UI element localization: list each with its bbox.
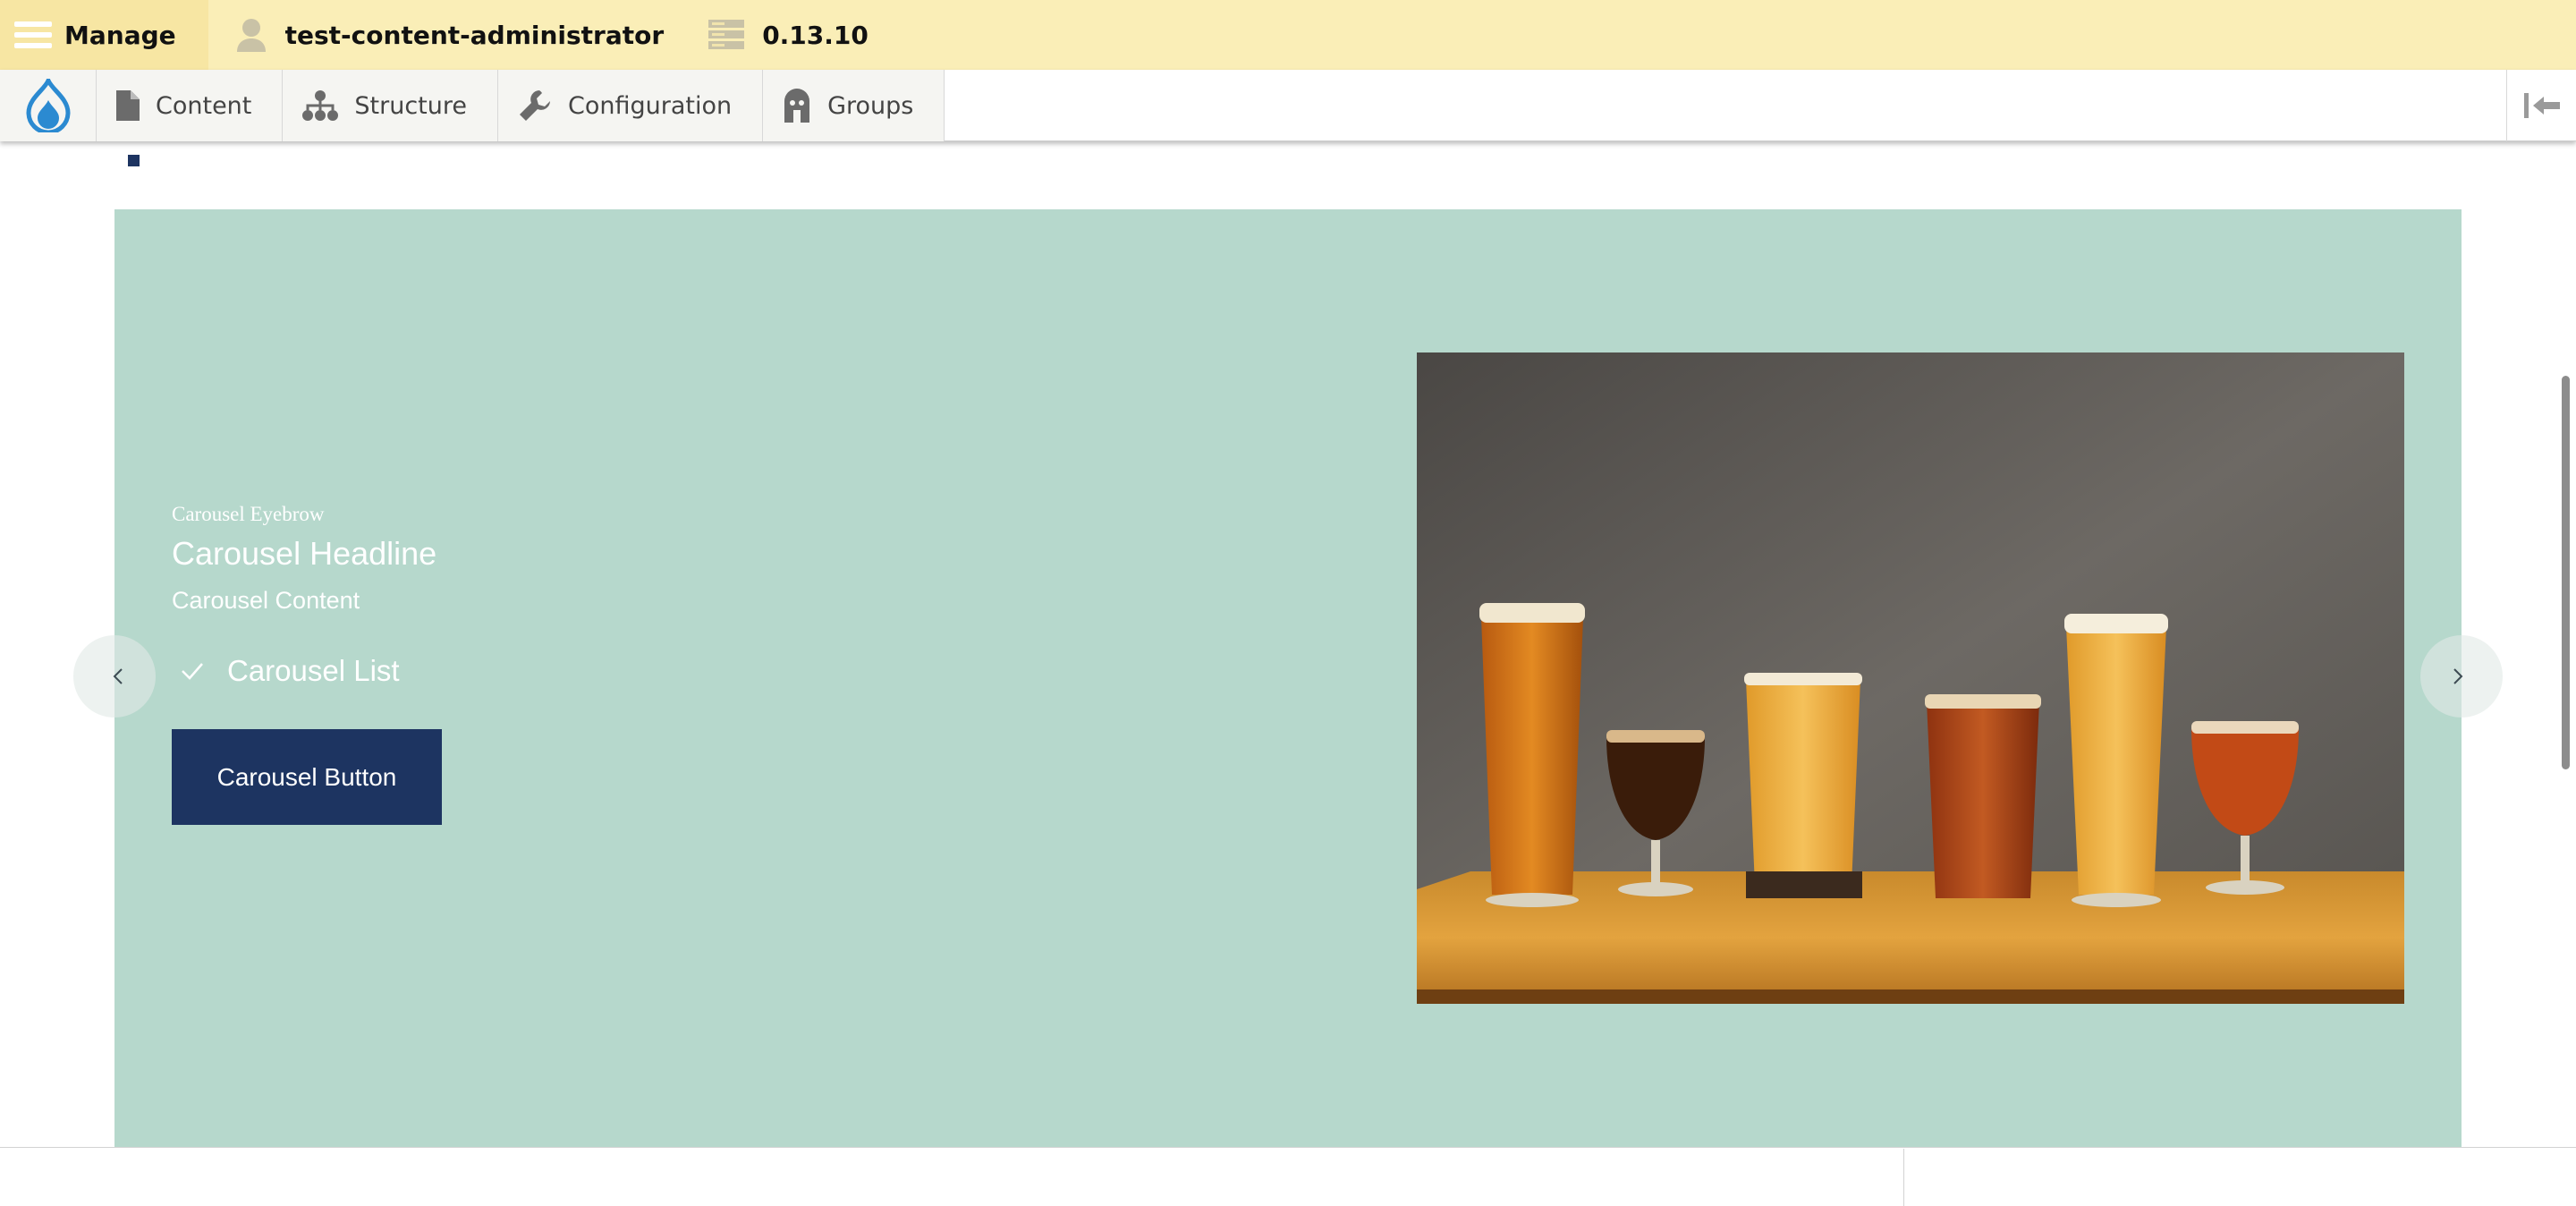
environment-indicator[interactable]: 0.13.10 — [708, 0, 869, 70]
version-label: 0.13.10 — [762, 20, 869, 50]
manage-button[interactable]: Manage — [0, 0, 208, 70]
carousel-prev-button[interactable] — [73, 635, 156, 718]
wrench-icon — [520, 90, 550, 121]
carousel-slide-text: Carousel Eyebrow Carousel Headline Carou… — [172, 503, 442, 825]
beer-glasses-photo — [1417, 352, 2404, 1004]
bottom-panel-divider — [1903, 1149, 1904, 1206]
toolbar-content[interactable]: Content — [97, 70, 284, 141]
admin-toolbar: Manage test-content-administrator 0.13.1… — [0, 0, 2576, 70]
server-icon — [708, 20, 745, 49]
admin-tray: Content Structure Configuration Groups — [0, 70, 2576, 141]
toolbar-structure[interactable]: Structure — [283, 70, 498, 141]
carousel-button[interactable]: Carousel Button — [172, 729, 442, 825]
chevron-left-icon — [113, 668, 123, 684]
carousel-content: Carousel Content — [172, 587, 360, 614]
carousel-eyebrow: Carousel Eyebrow — [172, 503, 325, 525]
toolbar-content-label: Content — [156, 91, 252, 120]
hamburger-icon — [14, 21, 52, 48]
focus-marker — [128, 155, 140, 166]
drupal-drop-icon — [25, 79, 71, 132]
chevron-right-icon — [2453, 668, 2463, 684]
carousel-list-label: Carousel List — [227, 654, 400, 687]
user-menu-button[interactable]: test-content-administrator — [235, 0, 700, 70]
carousel-list-item: Carousel List — [172, 654, 442, 688]
bottom-panel — [0, 1147, 2576, 1206]
toolbar-configuration-label: Configuration — [568, 91, 733, 120]
toolbar-orientation-toggle[interactable] — [2506, 70, 2576, 141]
sitemap-icon — [302, 90, 339, 121]
carousel-next-button[interactable] — [2420, 635, 2503, 718]
toolbar-groups-label: Groups — [827, 91, 914, 120]
groups-icon — [784, 89, 810, 123]
toolbar-groups[interactable]: Groups — [763, 70, 945, 141]
manage-label: Manage — [64, 20, 176, 50]
toolbar-structure-label: Structure — [354, 91, 467, 120]
file-icon — [116, 90, 140, 121]
drupal-logo[interactable] — [0, 70, 97, 141]
carousel-headline: Carousel Headline — [172, 535, 437, 572]
user-label: test-content-administrator — [284, 20, 665, 50]
checkmark-icon — [182, 663, 203, 680]
page-scrollbar[interactable] — [2562, 376, 2570, 769]
beer-photo-illustration — [1417, 352, 2404, 1004]
carousel: Carousel Eyebrow Carousel Headline Carou… — [73, 209, 2503, 1149]
user-icon — [236, 19, 266, 52]
toolbar-configuration[interactable]: Configuration — [498, 70, 764, 141]
collapse-left-icon — [2523, 93, 2560, 118]
